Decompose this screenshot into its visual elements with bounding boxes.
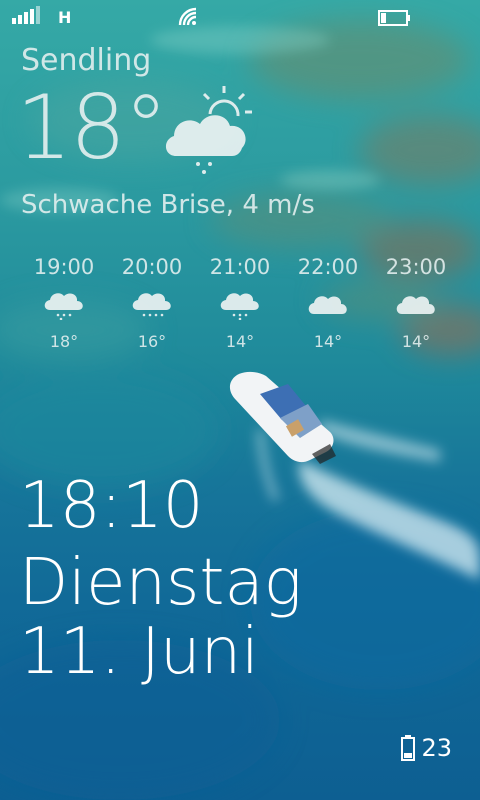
forecast-hour: 20:00 16° — [106, 252, 198, 351]
forecast-hour: 23:00 14° — [370, 252, 462, 351]
status-bar: H — [0, 0, 480, 34]
battery-saver-icon — [401, 735, 416, 761]
forecast-temp: 16° — [137, 332, 167, 351]
forecast-temp: 18° — [49, 332, 79, 351]
cloud-icon — [308, 296, 347, 314]
forecast-time: 22:00 — [297, 255, 359, 279]
forecast-time: 20:00 — [121, 255, 183, 279]
forecast-hour: 22:00 14° — [282, 252, 374, 351]
lockscreen-day: Dienstag — [19, 546, 303, 620]
forecast-hour: 21:00 14° — [194, 252, 286, 351]
battery-icon — [378, 10, 410, 26]
speedboat-image — [229, 371, 336, 464]
forecast-time: 23:00 — [385, 255, 447, 279]
partly-cloudy-rain-icon — [165, 86, 252, 174]
forecast-time: 21:00 — [209, 255, 271, 279]
cloud-rain-icon — [44, 293, 83, 320]
lockscreen-time: 18:10 — [19, 469, 204, 543]
forecast-temp: 14° — [401, 332, 431, 351]
forecast-temp: 14° — [225, 332, 255, 351]
cloud-rain-icon — [132, 293, 171, 317]
lockscreen-date: 11. Juni — [19, 615, 259, 689]
wifi-icon — [178, 7, 197, 26]
hourly-forecast: 19:00 18° 20:00 16° 21:00 14° 22:00 14° … — [18, 252, 474, 364]
lock-screen[interactable]: H Sendling 18° Schwache Brise, 4 m/s 19:… — [0, 0, 480, 800]
current-temperature: 18° — [16, 76, 168, 179]
cloud-icon — [396, 296, 435, 314]
wind-description: Schwache Brise, 4 m/s — [21, 190, 315, 220]
cloud-rain-icon — [220, 293, 259, 320]
forecast-hour: 19:00 18° — [18, 252, 110, 351]
network-type-label: H — [58, 8, 72, 27]
battery-notification: 23 — [401, 733, 452, 763]
forecast-temp: 14° — [313, 332, 343, 351]
battery-percentage: 23 — [421, 734, 452, 762]
weather-location: Sendling — [21, 43, 152, 78]
forecast-time: 19:00 — [33, 255, 95, 279]
